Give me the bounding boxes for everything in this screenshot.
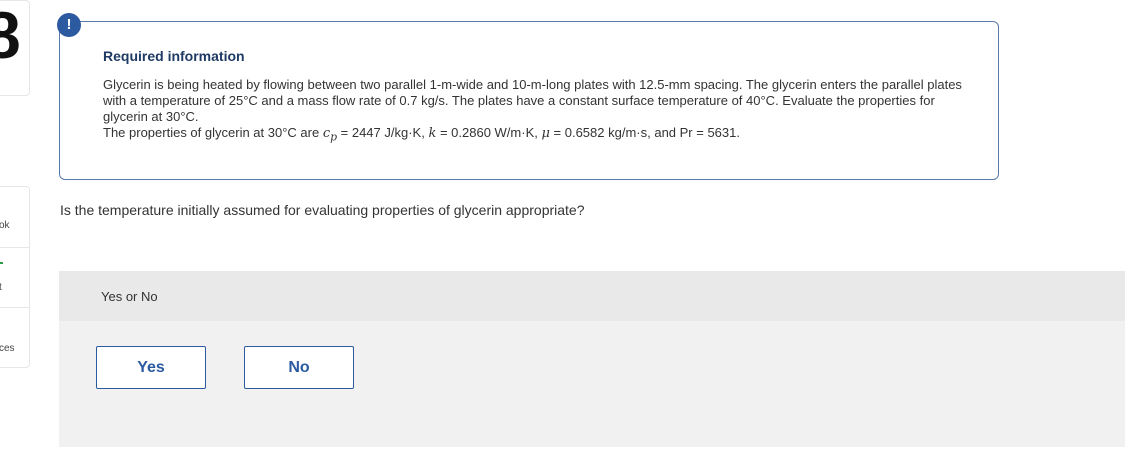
k-value: = 0.2860 W/m·K, [436,125,542,140]
card-title: Required information [103,48,245,64]
question-number: 8 [0,0,21,72]
cp-value: = 2447 J/kg·K, [337,125,429,140]
mu-symbol: μ [541,126,550,141]
side-tool-print[interactable]: t [0,282,2,294]
side-tool-indicator [0,262,3,264]
side-tool-references[interactable]: ces [0,343,15,355]
properties-lead: The properties of glycerin at 30°C are [103,125,323,140]
side-tools-panel [0,186,30,368]
answer-panel-header: Yes or No [59,271,1125,321]
card-body: Glycerin is being heated by flowing betw… [103,77,963,146]
side-tool-ebook[interactable]: ok [0,220,10,232]
properties-statement: The properties of glycerin at 30°C are c… [103,125,963,146]
answer-prompt-label: Yes or No [101,289,158,304]
required-information-card: Required information Glycerin is being h… [59,21,999,180]
cp-symbol: c [322,126,331,141]
mu-value-pr: = 0.6582 kg/m·s, and Pr = 5631. [549,125,740,140]
question-text: Is the temperature initially assumed for… [60,202,585,218]
cp-subscript: p [330,130,338,144]
yes-button[interactable]: Yes [96,346,206,389]
problem-statement: Glycerin is being heated by flowing betw… [103,77,962,124]
alert-icon: ! [57,13,81,37]
side-divider [0,247,30,248]
answer-panel: Yes or No Yes No [59,271,1125,447]
no-button[interactable]: No [244,346,354,389]
side-divider [0,307,30,308]
